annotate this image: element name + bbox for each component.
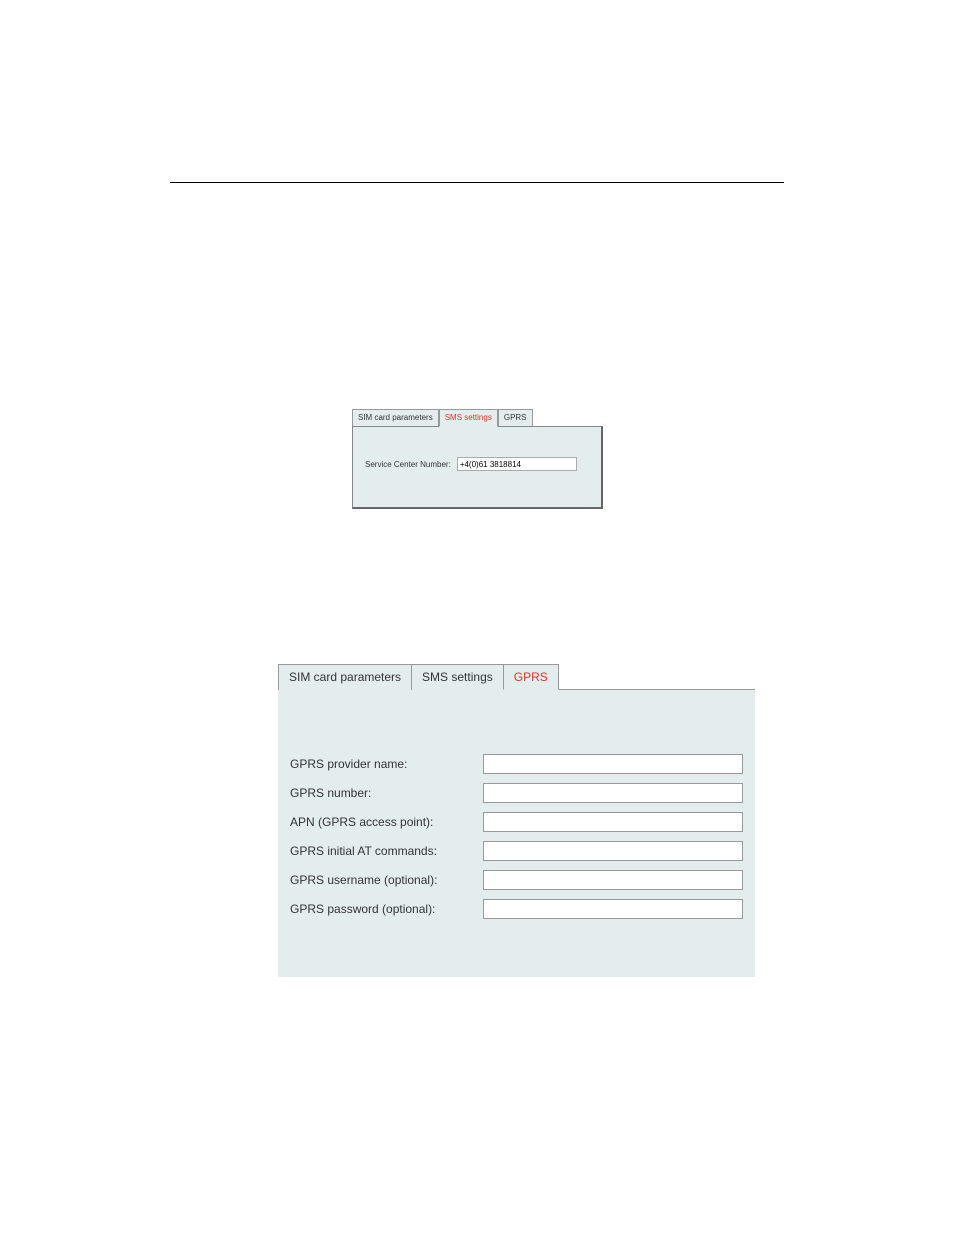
- tabstrip-large: SIM card parameters SMS settings GPRS: [278, 664, 755, 690]
- tab-sim-small[interactable]: SIM card parameters: [352, 409, 439, 427]
- tab-sms-large[interactable]: SMS settings: [411, 664, 504, 690]
- tabstrip-small: SIM card parameters SMS settings GPRS: [352, 409, 603, 427]
- gprs-panel-body: GPRS provider name: GPRS number: APN (GP…: [278, 689, 755, 977]
- apn-label: APN (GPRS access point):: [290, 815, 483, 829]
- gprs-username-label: GPRS username (optional):: [290, 873, 483, 887]
- gprs-number-label: GPRS number:: [290, 786, 483, 800]
- service-center-label: Service Center Number:: [365, 460, 451, 469]
- tab-sms-small[interactable]: SMS settings: [439, 409, 498, 427]
- service-center-row: Service Center Number:: [365, 457, 577, 471]
- gprs-at-input[interactable]: [483, 841, 743, 861]
- gprs-at-label: GPRS initial AT commands:: [290, 844, 483, 858]
- tab-gprs-small[interactable]: GPRS: [498, 409, 533, 427]
- tab-sim-large[interactable]: SIM card parameters: [278, 664, 412, 690]
- gprs-settings-panel: SIM card parameters SMS settings GPRS GP…: [278, 664, 755, 978]
- gprs-provider-label: GPRS provider name:: [290, 757, 483, 771]
- horizontal-rule: [170, 182, 784, 183]
- service-center-input[interactable]: [457, 457, 577, 471]
- gprs-password-row: GPRS password (optional):: [290, 899, 743, 919]
- apn-input[interactable]: [483, 812, 743, 832]
- sms-settings-panel: SIM card parameters SMS settings GPRS Se…: [352, 409, 603, 511]
- gprs-username-input[interactable]: [483, 870, 743, 890]
- sms-panel-body: Service Center Number:: [352, 426, 603, 509]
- gprs-provider-input[interactable]: [483, 754, 743, 774]
- tab-gprs-large[interactable]: GPRS: [503, 664, 559, 690]
- gprs-password-label: GPRS password (optional):: [290, 902, 483, 916]
- gprs-number-input[interactable]: [483, 783, 743, 803]
- gprs-at-row: GPRS initial AT commands:: [290, 841, 743, 861]
- gprs-number-row: GPRS number:: [290, 783, 743, 803]
- gprs-username-row: GPRS username (optional):: [290, 870, 743, 890]
- gprs-provider-row: GPRS provider name:: [290, 754, 743, 774]
- apn-row: APN (GPRS access point):: [290, 812, 743, 832]
- gprs-password-input[interactable]: [483, 899, 743, 919]
